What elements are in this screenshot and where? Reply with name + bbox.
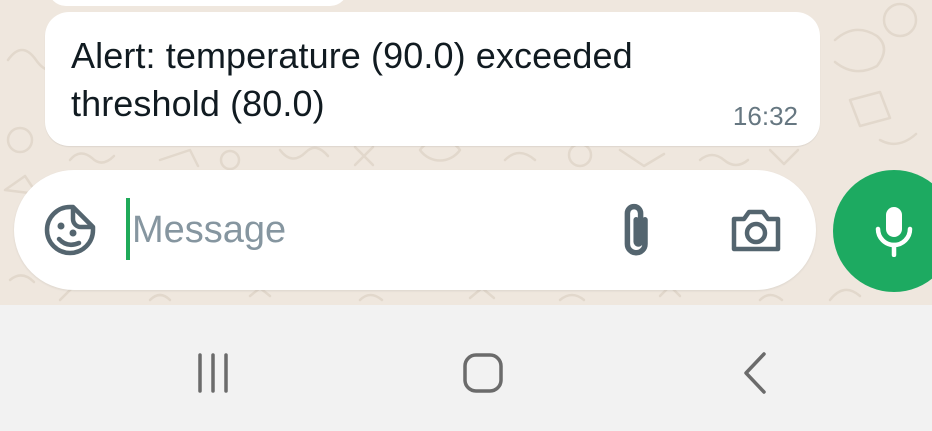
microphone-icon [875,207,913,257]
incoming-message-bubble[interactable]: Alert: temperature (90.0) exceeded thres… [45,12,820,146]
message-text: Alert: temperature (90.0) exceeded thres… [71,35,633,124]
system-navigation-bar [0,305,932,431]
back-icon [744,352,766,394]
camera-icon [731,209,781,252]
paperclip-icon [624,203,648,256]
sticker-emoji-icon [44,204,96,256]
camera-button[interactable] [726,200,786,260]
previous-message-bubble [48,0,348,6]
message-composer [14,170,816,290]
text-cursor [126,198,130,260]
message-input[interactable] [132,195,592,265]
message-timestamp: 16:32 [732,101,798,131]
back-button[interactable] [725,343,785,403]
recent-apps-icon [198,353,228,393]
emoji-sticker-button[interactable] [40,200,100,260]
home-button[interactable] [453,343,513,403]
recent-apps-button[interactable] [183,343,243,403]
attach-button[interactable] [606,200,666,260]
home-icon [463,353,503,393]
